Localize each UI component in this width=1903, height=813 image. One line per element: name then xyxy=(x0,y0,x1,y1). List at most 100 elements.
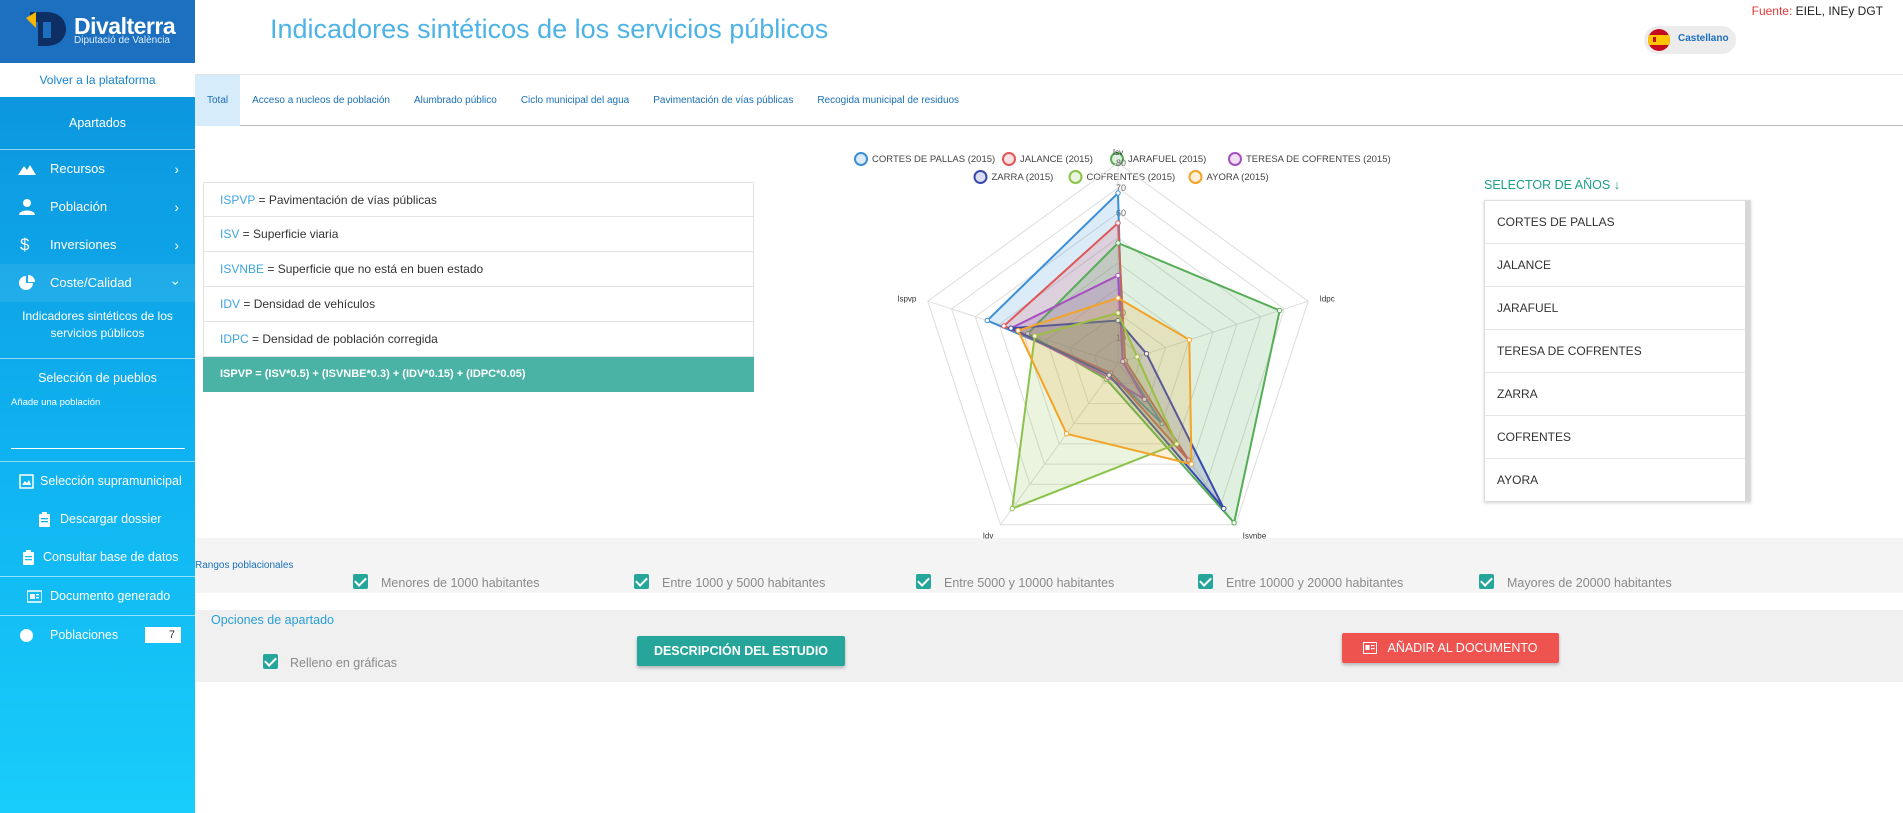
series-point xyxy=(1015,327,1021,334)
tab-bar: Total Acceso a nucleos de población Alum… xyxy=(195,74,1903,126)
legend-entry: JARAFUEL (2015) xyxy=(1128,154,1206,165)
range-checkbox[interactable] xyxy=(1198,574,1213,589)
legend-entry: TERESA DE COFRENTES (2015) xyxy=(1246,154,1391,165)
chevron-right-icon: › xyxy=(174,199,179,215)
tab-acceso-nucleos[interactable]: Acceso a nucleos de población xyxy=(240,75,402,126)
populations-label: Poblaciones xyxy=(50,628,119,642)
legend-desc: = Densidad de población corregida xyxy=(248,332,438,346)
legend-row: ISPVP = Pavimentación de vías públicas xyxy=(203,182,754,217)
chevron-down-icon: › xyxy=(168,280,185,286)
series-point xyxy=(1009,505,1015,512)
fill-label: Relleno en gráficas xyxy=(290,656,398,670)
arrow-down-icon: ↓ xyxy=(1613,178,1620,192)
sidebar-item-label: Coste/Calidad xyxy=(50,275,132,290)
populations-button[interactable]: Poblaciones 7 xyxy=(0,616,195,654)
legend-entry: AYORA (2015) xyxy=(1207,172,1269,183)
legend-key: ISPVP xyxy=(220,193,256,207)
legend-marker xyxy=(854,152,868,166)
add-to-document-label: AÑADIR AL DOCUMENTO xyxy=(1387,641,1538,655)
range-checkbox[interactable] xyxy=(1479,574,1494,589)
legend-entry: ZARRA (2015) xyxy=(992,172,1054,183)
year-selector-title[interactable]: SELECTOR DE AÑOS ↓ xyxy=(1484,178,1620,192)
legend-row: IDV = Densidad de vehículos xyxy=(203,287,754,322)
source-label: Fuente: xyxy=(1751,4,1793,18)
generated-document-button[interactable]: Documento generado xyxy=(0,577,195,615)
fill-checkbox[interactable] xyxy=(263,654,278,669)
logo[interactable]: Divalterra Diputació de València xyxy=(0,0,195,63)
range-label: Menores de 1000 habitantes xyxy=(381,576,540,590)
range-label: Entre 5000 y 10000 habitantes xyxy=(944,576,1115,590)
list-item[interactable]: TERESA DE COFRENTES xyxy=(1485,330,1750,373)
series-point xyxy=(1115,295,1121,301)
download-dossier-button[interactable]: Descargar dossier xyxy=(0,500,195,538)
sidebar-item-inversiones[interactable]: $ Inversiones › xyxy=(0,226,195,264)
mountain-icon xyxy=(18,165,36,175)
series-point xyxy=(1008,325,1014,331)
legend-entry: CORTES DE PALLAS (2015) xyxy=(872,154,995,165)
series-point xyxy=(1063,431,1070,437)
range-label: Entre 10000 y 20000 habitantes xyxy=(1226,576,1404,590)
legend-desc: = Densidad de vehículos xyxy=(240,297,376,311)
legend-entry: COFRENTES (2015) xyxy=(1087,172,1176,183)
person-icon xyxy=(19,199,35,215)
generated-document-label: Documento generado xyxy=(50,589,171,603)
gallery-icon xyxy=(27,590,42,603)
back-to-platform-link[interactable]: Volver a la plataforma xyxy=(0,63,195,97)
tab-pavimentacion[interactable]: Pavimentación de vías públicas xyxy=(641,75,805,126)
series-point xyxy=(984,317,990,324)
sidebar-item-label: Recursos xyxy=(50,161,105,176)
legend-row: IDPC = Densidad de población corregida xyxy=(203,322,754,357)
circle-icon xyxy=(20,629,33,642)
range-checkbox[interactable] xyxy=(916,574,931,589)
chevron-right-icon: › xyxy=(174,237,179,253)
clipboard-icon xyxy=(39,512,50,527)
add-to-document-button[interactable]: AÑADIR AL DOCUMENTO xyxy=(1342,633,1559,663)
series-point xyxy=(1001,323,1007,329)
add-town-input[interactable] xyxy=(11,435,185,449)
sidebar: Divalterra Diputació de València Volver … xyxy=(0,0,195,813)
sidebar-item-coste-calidad[interactable]: Coste/Calidad › xyxy=(0,264,195,302)
legend-key: ISV xyxy=(220,227,240,241)
sidebar-item-recursos[interactable]: Recursos › xyxy=(0,150,195,188)
language-selector[interactable]: Castellano xyxy=(1644,26,1736,54)
legend-marker xyxy=(1002,152,1016,166)
legend-row: ISVNBE = Superficie que no está en buen … xyxy=(203,252,754,287)
divalterra-logo-icon xyxy=(26,12,66,46)
sidebar-subitem-indicadores[interactable]: Indicadores sintéticos de los servicios … xyxy=(0,302,195,358)
supramunicipal-button[interactable]: Selección supramunicipal xyxy=(0,462,195,500)
options-label: Opciones de apartado xyxy=(211,613,335,627)
legend-key: IDV xyxy=(220,297,241,311)
axis-label: Isv xyxy=(1113,148,1123,157)
range-checkbox[interactable] xyxy=(353,574,368,589)
tab-recogida-residuos[interactable]: Recogida municipal de residuos xyxy=(805,75,971,126)
tab-alumbrado[interactable]: Alumbrado público xyxy=(402,75,509,126)
range-label: Entre 1000 y 5000 habitantes xyxy=(662,576,826,590)
sidebar-item-label: Inversiones xyxy=(50,237,117,252)
series-point xyxy=(1188,461,1195,467)
list-item[interactable]: CORTES DE PALLAS xyxy=(1485,201,1750,244)
study-description-button[interactable]: DESCRIPCIÓN DEL ESTUDIO xyxy=(637,636,845,666)
add-town-label: Añade una población xyxy=(11,397,101,408)
series-point xyxy=(1115,220,1121,226)
tab-ciclo-agua[interactable]: Ciclo municipal del agua xyxy=(509,75,641,126)
legend-entry: JALANCE (2015) xyxy=(1020,154,1093,165)
list-item[interactable]: JALANCE xyxy=(1485,244,1750,287)
legend-key: ISVNBE xyxy=(220,262,265,276)
consult-database-button[interactable]: Consultar base de datos xyxy=(0,538,195,576)
list-item[interactable]: COFRENTES xyxy=(1485,416,1750,459)
series-point xyxy=(1231,520,1237,526)
range-checkbox[interactable] xyxy=(634,574,649,589)
legend-key: IDPC xyxy=(220,332,249,346)
scrollbar[interactable] xyxy=(1745,201,1750,501)
list-item[interactable]: ZARRA xyxy=(1485,373,1750,416)
series-point xyxy=(1186,337,1193,343)
chevron-right-icon: › xyxy=(174,161,179,177)
radar-chart: CORTES DE PALLAS (2015) JALANCE (2015) JAR… xyxy=(854,148,1391,541)
legend-desc: = Superficie viaria xyxy=(239,227,339,241)
series-point xyxy=(1276,307,1283,314)
list-item[interactable]: AYORA xyxy=(1485,459,1750,501)
sidebar-item-poblacion[interactable]: Población › xyxy=(0,188,195,226)
tab-total[interactable]: Total xyxy=(195,75,241,126)
list-item[interactable]: JARAFUEL xyxy=(1485,287,1750,330)
brand-subtitle: Diputació de València xyxy=(74,35,170,46)
